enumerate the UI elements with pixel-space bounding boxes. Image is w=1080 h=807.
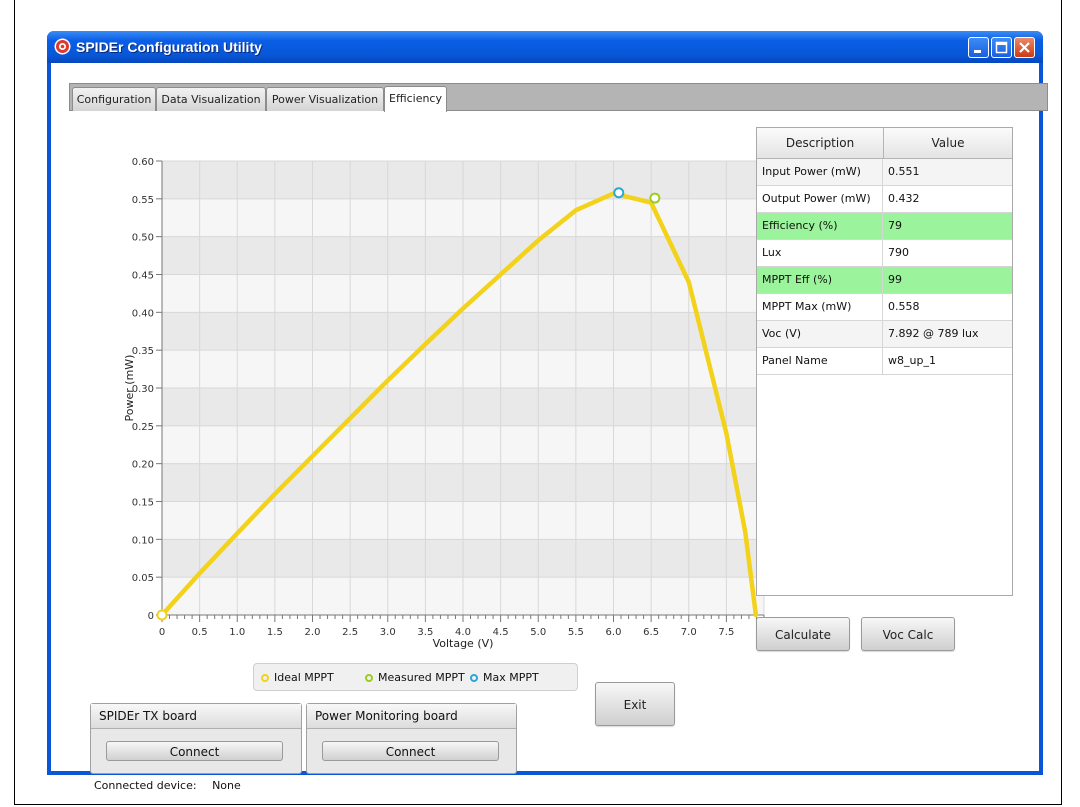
y-tick-label: 0.10 [132,535,154,546]
row-description: Input Power (mW) [757,159,883,185]
tx-board-group: SPIDEr TX board Connect [90,703,302,774]
row-value: 0.558 [888,300,920,313]
voc-calc-button[interactable]: Voc Calc [861,617,955,651]
tab-data-visualization[interactable]: Data Visualization [156,87,266,111]
spider-app-icon [54,38,71,55]
table-row[interactable]: MPPT Eff (%) 99 [757,267,1012,294]
legend-label: Max MPPT [483,671,539,684]
exit-button[interactable]: Exit [595,682,675,726]
tab-power-visualization[interactable]: Power Visualization [266,87,384,111]
row-value: 0.551 [888,165,920,178]
close-button[interactable] [1014,37,1035,58]
legend-item-ideal-mppt: Ideal MPPT [261,670,334,685]
ideal-mppt-point [156,609,168,621]
legend-item-measured-mppt: Measured MPPT [365,670,465,685]
max-mppt-marker-icon [470,674,478,682]
table-row[interactable]: Input Power (mW) 0.551 [757,159,1012,186]
minimize-icon [974,50,981,53]
column-header-value[interactable]: Value [884,128,1012,158]
row-description: MPPT Max (mW) [757,294,883,320]
x-tick-label: 4.5 [493,627,509,638]
y-axis-label: Power (mW) [123,355,136,422]
column-header-description[interactable]: Description [757,128,884,158]
title-bar: SPIDEr Configuration Utility [47,31,1043,63]
y-tick-label: 0.60 [132,157,154,168]
minimize-button[interactable] [968,37,989,58]
y-tick-label: 0.40 [132,308,154,319]
app-window: SPIDEr Configuration Utility Configurati… [47,31,1048,792]
y-tick-label: 0 [148,611,154,622]
y-tick-label: 0.05 [132,573,154,584]
table-row[interactable]: MPPT Max (mW) 0.558 [757,294,1012,321]
max-mppt-point [613,187,625,199]
x-tick-label: 7.5 [718,627,734,638]
y-tick-label: 0.50 [132,233,154,244]
status-label: Connected device: [94,779,197,792]
row-value: 790 [888,246,909,259]
ideal-mppt-marker-icon [261,674,269,682]
x-tick-label: 3.5 [417,627,433,638]
client-area: Configuration Data Visualization Power V… [51,63,1048,792]
power-board-connect-button[interactable]: Connect [322,741,499,761]
table-row[interactable]: Lux 790 [757,240,1012,267]
row-value: 79 [888,219,902,232]
row-value: 0.432 [888,192,920,205]
x-tick-label: 5.5 [568,627,584,638]
x-tick-label: 0 [159,627,165,638]
row-description: Efficiency (%) [757,213,883,239]
x-tick-label: 0.5 [192,627,208,638]
x-tick-label: 5.0 [530,627,546,638]
x-tick-label: 2.0 [305,627,321,638]
row-description: MPPT Eff (%) [757,267,883,293]
x-tick-label: 7.0 [681,627,697,638]
measured-mppt-point [649,192,661,204]
x-tick-label: 1.5 [267,627,283,638]
tx-board-connect-button[interactable]: Connect [106,741,283,761]
y-tick-label: 0.25 [132,422,154,433]
tab-efficiency[interactable]: Efficiency [384,86,447,112]
y-tick-label: 0.20 [132,460,154,471]
legend-item-max-mppt: Max MPPT [470,670,539,685]
power-board-group: Power Monitoring board Connect [306,703,517,774]
row-value: 99 [888,273,902,286]
y-tick-label: 0.45 [132,271,154,282]
row-value: w8_up_1 [888,354,936,367]
table-row[interactable]: Panel Name w8_up_1 [757,348,1012,375]
connection-status: Connected device: None [94,779,241,792]
x-tick-label: 6.0 [606,627,622,638]
x-tick-label: 2.5 [342,627,358,638]
legend-label: Measured MPPT [378,671,465,684]
maximize-icon [995,41,1008,54]
row-value: 7.892 @ 789 lux [888,327,979,340]
row-description: Output Power (mW) [757,186,883,212]
table-row[interactable]: Efficiency (%) 79 [757,213,1012,240]
power-board-title: Power Monitoring board [307,704,516,729]
calculate-button[interactable]: Calculate [756,617,850,651]
x-axis-label: Voltage (V) [433,637,494,650]
y-tick-label: 0.55 [132,195,154,206]
table-header: Description Value [757,128,1012,159]
close-icon [1019,42,1030,53]
row-description: Panel Name [757,348,883,374]
tab-bar: Configuration Data Visualization Power V… [69,83,1048,112]
row-description: Voc (V) [757,321,883,347]
legend-label: Ideal MPPT [274,671,334,684]
tab-configuration[interactable]: Configuration [72,87,156,111]
efficiency-chart: 0 0.5 1.0 1.5 2.0 2.5 3.0 3.5 4.0 4.5 5.0 5.5 6.0 6.5… [123,157,771,650]
table-body: Input Power (mW) 0.551 Output Power (mW) 0.… [757,159,1012,375]
table-row[interactable]: Voc (V) 7.892 @ 789 lux [757,321,1012,348]
chart-legend: Ideal MPPT Measured MPPT Max MPPT [253,663,578,691]
maximize-button[interactable] [991,37,1012,58]
x-tick-label: 1.0 [229,627,245,638]
row-description: Lux [757,240,883,266]
table-row[interactable]: Output Power (mW) 0.432 [757,186,1012,213]
measured-mppt-marker-icon [365,674,373,682]
window-title: SPIDEr Configuration Utility [76,39,262,55]
x-tick-label: 6.5 [643,627,659,638]
x-tick-label: 3.0 [380,627,396,638]
y-tick-label: 0.15 [132,498,154,509]
status-value: None [212,779,241,792]
results-table: Description Value Input Power (mW) 0.551 O… [756,127,1013,596]
tx-board-title: SPIDEr TX board [91,704,301,729]
